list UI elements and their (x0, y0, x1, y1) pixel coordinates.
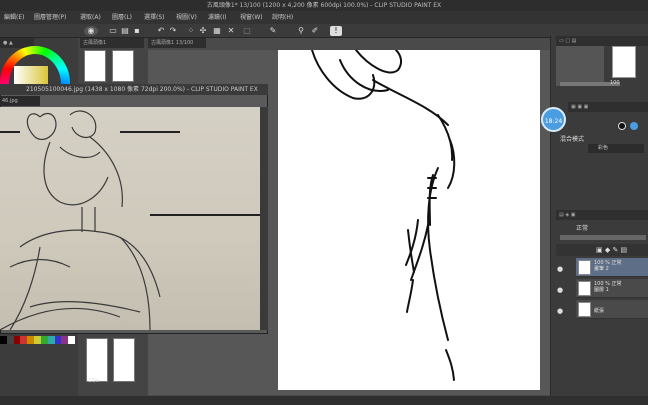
sub-tool-tabs[interactable]: ▣ ▣ ▣ (568, 102, 648, 112)
right-panel (550, 36, 648, 405)
layer-3-bottom: 紙張 (594, 308, 605, 314)
layer-eye-icon-1[interactable]: ● (556, 265, 564, 273)
color-mode-value: 彩色 (598, 145, 609, 151)
menu-icon[interactable]: ◉ (84, 26, 98, 36)
doc-tab-1[interactable]: 古風頭像1 (80, 38, 144, 48)
transform-icon[interactable]: ✣ (198, 26, 208, 36)
opacity-value-top: 100 (610, 80, 620, 86)
reference-sketch (0, 110, 262, 330)
clock-badge: 18:24 (541, 107, 566, 132)
color-blue-icon[interactable] (630, 122, 638, 130)
redo-icon[interactable]: ↷ (168, 26, 178, 36)
layer-1-bottom: 畫筆 2 (594, 266, 609, 272)
page-thumb-2[interactable] (112, 50, 134, 82)
status-bar (0, 396, 648, 405)
color-mode-select[interactable]: 彩色 (588, 144, 644, 153)
layer-toolbar[interactable]: ▣ ◆ ✎ ▤ (556, 244, 648, 256)
menu-layer[interactable]: 圖層(L) (112, 11, 132, 24)
page-thumb-13[interactable] (86, 338, 108, 382)
menu-view[interactable]: 視圖(V) (176, 11, 197, 24)
color-palette[interactable] (0, 336, 75, 344)
layer-thumb-3 (578, 302, 591, 317)
navigator-page (612, 46, 636, 78)
layer-row-2[interactable]: 100 % 正常 圖層 1 (576, 279, 648, 298)
blend-mode-label: 混合模式 (560, 136, 585, 143)
reference-file-name: 210505100046.jpg (1438 x 1080 像素 72dpi 2… (26, 86, 190, 93)
line-art (311, 49, 456, 381)
right-panel-tabs[interactable]: ▭ ▢ ▤ (556, 36, 648, 46)
page-label: 13/e (88, 378, 100, 384)
eyedrop-icon[interactable]: ⚲ (296, 26, 306, 36)
undo-icon[interactable]: ↶ (156, 26, 166, 36)
layer-2-bottom: 圖層 1 (594, 287, 609, 293)
reference-scrollbar[interactable] (260, 107, 268, 330)
reference-app-name: CLIP STUDIO PAINT EX (191, 86, 258, 93)
layer-thumb-1 (578, 260, 591, 275)
menu-help[interactable]: 說明(H) (272, 11, 293, 24)
layer-thumb-2 (578, 281, 591, 296)
pen-icon[interactable]: ✐ (310, 26, 320, 36)
menu-layer-mgmt[interactable]: 圖層管理(P) (34, 11, 66, 24)
reference-image (0, 107, 262, 330)
color-black-icon[interactable] (618, 122, 626, 130)
select-icon[interactable]: ⁘ (186, 26, 196, 36)
brush-icon[interactable]: ✎ (268, 26, 278, 36)
layer-row-1[interactable]: 100 % 正常 畫筆 2 (576, 258, 648, 277)
new-icon[interactable]: ▭ (108, 26, 118, 36)
menu-bar: 編輯(E) 圖層管理(P) 選取(A) 圖層(L) 選擇(S) 視圖(V) 濾鏡… (0, 11, 648, 24)
canvas-paper[interactable] (278, 49, 540, 390)
layer-eye-icon-3[interactable]: ● (556, 307, 564, 315)
reference-window-title[interactable]: 210505100046.jpg (1438 x 1080 像素 72dpi 2… (0, 84, 268, 95)
menu-choose[interactable]: 選擇(S) (144, 11, 165, 24)
menu-filter[interactable]: 濾鏡(I) (208, 11, 226, 24)
reference-tab[interactable]: 46.jpg (0, 96, 40, 106)
menu-edit[interactable]: 編輯(E) (4, 11, 24, 24)
grid-icon[interactable]: ▦ (212, 26, 222, 36)
navigator-preview[interactable] (556, 46, 604, 86)
layer-blend-mode[interactable]: 正常 (576, 223, 588, 232)
layer-eye-icon-2[interactable]: ● (556, 286, 564, 294)
layer-opacity-slider[interactable] (560, 235, 646, 240)
color-square[interactable] (14, 66, 48, 86)
menu-window[interactable]: 視窗(W) (240, 11, 263, 24)
menu-select[interactable]: 選取(A) (80, 11, 101, 24)
open-icon[interactable]: ▤ (120, 26, 130, 36)
page-thumb-1[interactable] (84, 50, 106, 82)
doc-tab-2[interactable]: 古風頭像1 13/100 (148, 38, 206, 48)
layer-panel-tabs[interactable]: ▤ ◈ ▣ (556, 210, 648, 220)
info-icon[interactable]: ! (330, 26, 342, 36)
save-icon[interactable]: ▪ (132, 26, 142, 36)
window-title: 古風頭像1* 13/100 (1200 x 4,200 像素 600dpi 10… (0, 0, 648, 11)
lasso-icon[interactable]: ▢ (242, 26, 252, 36)
page-thumb-14[interactable] (113, 338, 135, 382)
layer-row-3[interactable]: 紙張 (576, 300, 648, 319)
ruler-icon[interactable]: ✕ (226, 26, 236, 36)
